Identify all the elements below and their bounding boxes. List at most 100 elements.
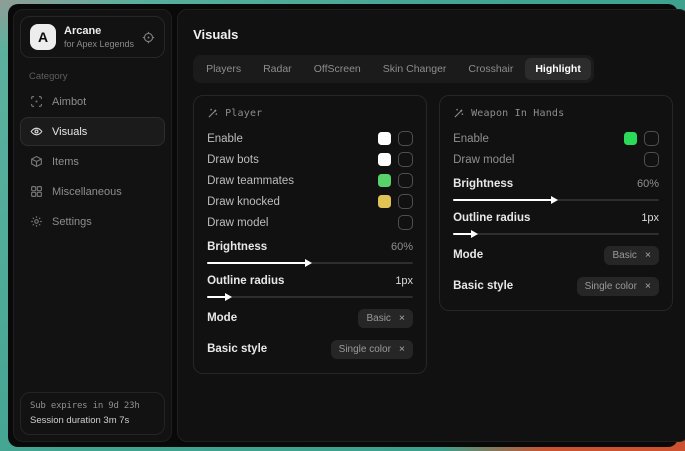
slider-label-row: Outline radius1px: [453, 209, 659, 226]
slider-value: 1px: [395, 275, 413, 287]
session-duration-text: Session duration 3m 7s: [30, 415, 155, 426]
checkbox[interactable]: [644, 152, 659, 167]
slider-track[interactable]: [207, 262, 413, 264]
slider-thumb[interactable]: [551, 196, 558, 204]
slider-fill: [207, 262, 308, 264]
cube-icon: [30, 155, 43, 168]
checkbox[interactable]: [398, 194, 413, 209]
sidebar-item-label: Aimbot: [52, 96, 86, 108]
grid-icon: [30, 185, 43, 198]
tab-skin-changer[interactable]: Skin Changer: [373, 58, 457, 80]
slider-fill: [453, 199, 554, 201]
toggle-label: Draw knocked: [207, 196, 371, 208]
toggle-row-enable: Enable: [207, 128, 413, 149]
tag-remove-icon[interactable]: ×: [399, 344, 405, 355]
color-swatch[interactable]: [378, 132, 391, 145]
tab-highlight[interactable]: Highlight: [525, 58, 591, 80]
toggle-row-enable: Enable: [453, 128, 659, 149]
slider-label-row: Outline radius 1px: [207, 272, 413, 289]
slider-label-row: Brightness 60%: [453, 175, 659, 192]
slider-track[interactable]: [453, 199, 659, 201]
selected-tag[interactable]: Basic ×: [604, 246, 659, 265]
select-row-mode: Mode Basic ×: [207, 307, 413, 329]
slider-label: Brightness: [453, 178, 513, 190]
app-meta: Arcane for Apex Legends: [64, 25, 134, 49]
tag-remove-icon[interactable]: ×: [399, 313, 405, 324]
category-label: Category: [29, 71, 156, 82]
sidebar-item-aimbot[interactable]: Aimbot: [20, 87, 165, 116]
slider-value: 60%: [637, 178, 659, 190]
sidebar-item-miscellaneous[interactable]: Miscellaneous: [20, 177, 165, 206]
selected-tag[interactable]: Single color×: [577, 277, 659, 296]
slider-brightness: Brightness60%: [207, 238, 413, 264]
settings-panels: PlayerEnableDraw botsDraw teammatesDraw …: [193, 95, 673, 374]
select-row-basic-style: Basic style Single color ×: [207, 338, 413, 360]
toggle-row-draw-model: Draw model: [207, 212, 413, 233]
tag-label: Basic: [612, 250, 636, 261]
app-logo: A: [30, 24, 56, 50]
app-window: A Arcane for Apex Legends Category Aimbo…: [8, 4, 678, 447]
select-row-mode: Mode Basic ×: [453, 244, 659, 266]
slider-label: Outline radius: [207, 275, 284, 287]
sidebar-item-visuals[interactable]: Visuals: [20, 117, 165, 146]
color-swatch[interactable]: [624, 132, 637, 145]
sidebar-item-label: Settings: [52, 216, 92, 228]
sub-expiry-text: Sub expires in 9d 23h: [30, 401, 155, 411]
sidebar-nav: Aimbot Visuals Items Miscellaneous Settings: [20, 87, 165, 236]
sidebar-item-items[interactable]: Items: [20, 147, 165, 176]
tab-bar: PlayersRadarOffScreenSkin ChangerCrossha…: [193, 55, 594, 83]
selected-tag[interactable]: Single color ×: [331, 340, 413, 359]
toggle-label: Enable: [453, 133, 617, 145]
eye-icon: [30, 125, 43, 138]
slider-thumb[interactable]: [305, 259, 312, 267]
panel-weapon-in-hands: Weapon In Hands Enable Draw model Brightnes…: [439, 95, 673, 311]
checkbox[interactable]: [398, 215, 413, 230]
select-label: Basic style: [207, 343, 267, 355]
sidebar-item-settings[interactable]: Settings: [20, 207, 165, 236]
toggle-label: Draw model: [453, 154, 637, 166]
slider-brightness: Brightness 60%: [453, 175, 659, 201]
toggle-label: Draw teammates: [207, 175, 371, 187]
slider-track[interactable]: [453, 233, 659, 235]
target-icon[interactable]: [142, 31, 155, 44]
tag-label: Basic: [366, 313, 390, 324]
crosshair-icon: [30, 95, 43, 108]
toggle-row-draw-teammates: Draw teammates: [207, 170, 413, 191]
tab-radar[interactable]: Radar: [253, 58, 302, 80]
color-swatch[interactable]: [378, 153, 391, 166]
slider-thumb[interactable]: [471, 230, 478, 238]
slider-thumb[interactable]: [225, 293, 232, 301]
toggle-row-draw-knocked: Draw knocked: [207, 191, 413, 212]
toggle-label: Enable: [207, 133, 371, 145]
tag-label: Single color: [339, 344, 391, 355]
color-swatch[interactable]: [378, 174, 391, 187]
app-header: A Arcane for Apex Legends: [20, 16, 165, 58]
app-name: Arcane: [64, 25, 134, 37]
tab-crosshair[interactable]: Crosshair: [458, 58, 523, 80]
select-row-basic-style: Basic styleSingle color×: [453, 275, 659, 297]
checkbox[interactable]: [398, 152, 413, 167]
gear-icon: [30, 215, 43, 228]
toggle-label: Draw model: [207, 217, 391, 229]
select-label: Mode: [453, 249, 483, 261]
panel-header: Weapon In Hands: [453, 107, 659, 119]
tag-remove-icon[interactable]: ×: [645, 250, 651, 261]
slider-label-row: Brightness60%: [207, 238, 413, 255]
tab-players[interactable]: Players: [196, 58, 251, 80]
toggle-label: Draw bots: [207, 154, 371, 166]
selected-tag[interactable]: Basic ×: [358, 309, 413, 328]
slider-outline-radius: Outline radius1px: [453, 209, 659, 235]
sidebar-item-label: Visuals: [52, 126, 87, 138]
checkbox[interactable]: [644, 131, 659, 146]
sidebar-item-label: Miscellaneous: [52, 186, 122, 198]
wand-icon: [207, 107, 219, 119]
color-swatch[interactable]: [378, 195, 391, 208]
checkbox[interactable]: [398, 173, 413, 188]
slider-track[interactable]: [207, 296, 413, 298]
slider-value: 60%: [391, 241, 413, 253]
checkbox[interactable]: [398, 131, 413, 146]
select-label: Mode: [207, 312, 237, 324]
tag-remove-icon[interactable]: ×: [645, 281, 651, 292]
tab-offscreen[interactable]: OffScreen: [304, 58, 371, 80]
sidebar: A Arcane for Apex Legends Category Aimbo…: [13, 9, 172, 442]
